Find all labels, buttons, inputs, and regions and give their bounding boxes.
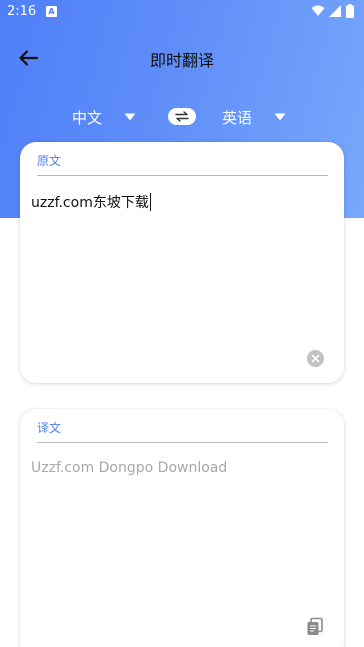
clear-button[interactable] [307, 350, 324, 367]
triangle-down-icon [124, 113, 136, 121]
source-language-selector[interactable]: 中文 [72, 106, 136, 128]
notification-icon: A [46, 6, 57, 17]
swap-icon [175, 111, 189, 122]
translation-result-card: 译文 Uzzf.com Dongpo Download [20, 409, 344, 647]
clear-icon [311, 354, 320, 363]
source-label: 原文 [37, 154, 62, 168]
target-language-selector[interactable]: 英语 [222, 106, 286, 128]
battery-icon [346, 4, 354, 18]
translation-label: 译文 [37, 421, 62, 435]
source-text-value: uzzf.com东坡下载 [31, 195, 149, 211]
translation-text: Uzzf.com Dongpo Download [31, 460, 228, 476]
text-cursor [149, 193, 151, 211]
source-divider [37, 175, 328, 176]
source-text-card: 原文 uzzf.com东坡下载 [20, 142, 344, 383]
swap-languages-button[interactable] [168, 108, 196, 125]
copy-icon [307, 617, 323, 635]
source-text-input[interactable]: uzzf.com东坡下载 [31, 192, 151, 212]
target-language-label: 英语 [222, 108, 253, 127]
wifi-icon [311, 5, 325, 16]
status-time: 2:16 [7, 4, 37, 19]
triangle-down-icon [274, 113, 286, 121]
copy-button[interactable] [306, 617, 324, 637]
page-title: 即时翻译 [149, 51, 214, 70]
translation-divider [37, 442, 328, 443]
status-bar: 2:16 A [0, 0, 364, 24]
signal-icon [329, 5, 341, 17]
source-language-label: 中文 [72, 108, 103, 127]
